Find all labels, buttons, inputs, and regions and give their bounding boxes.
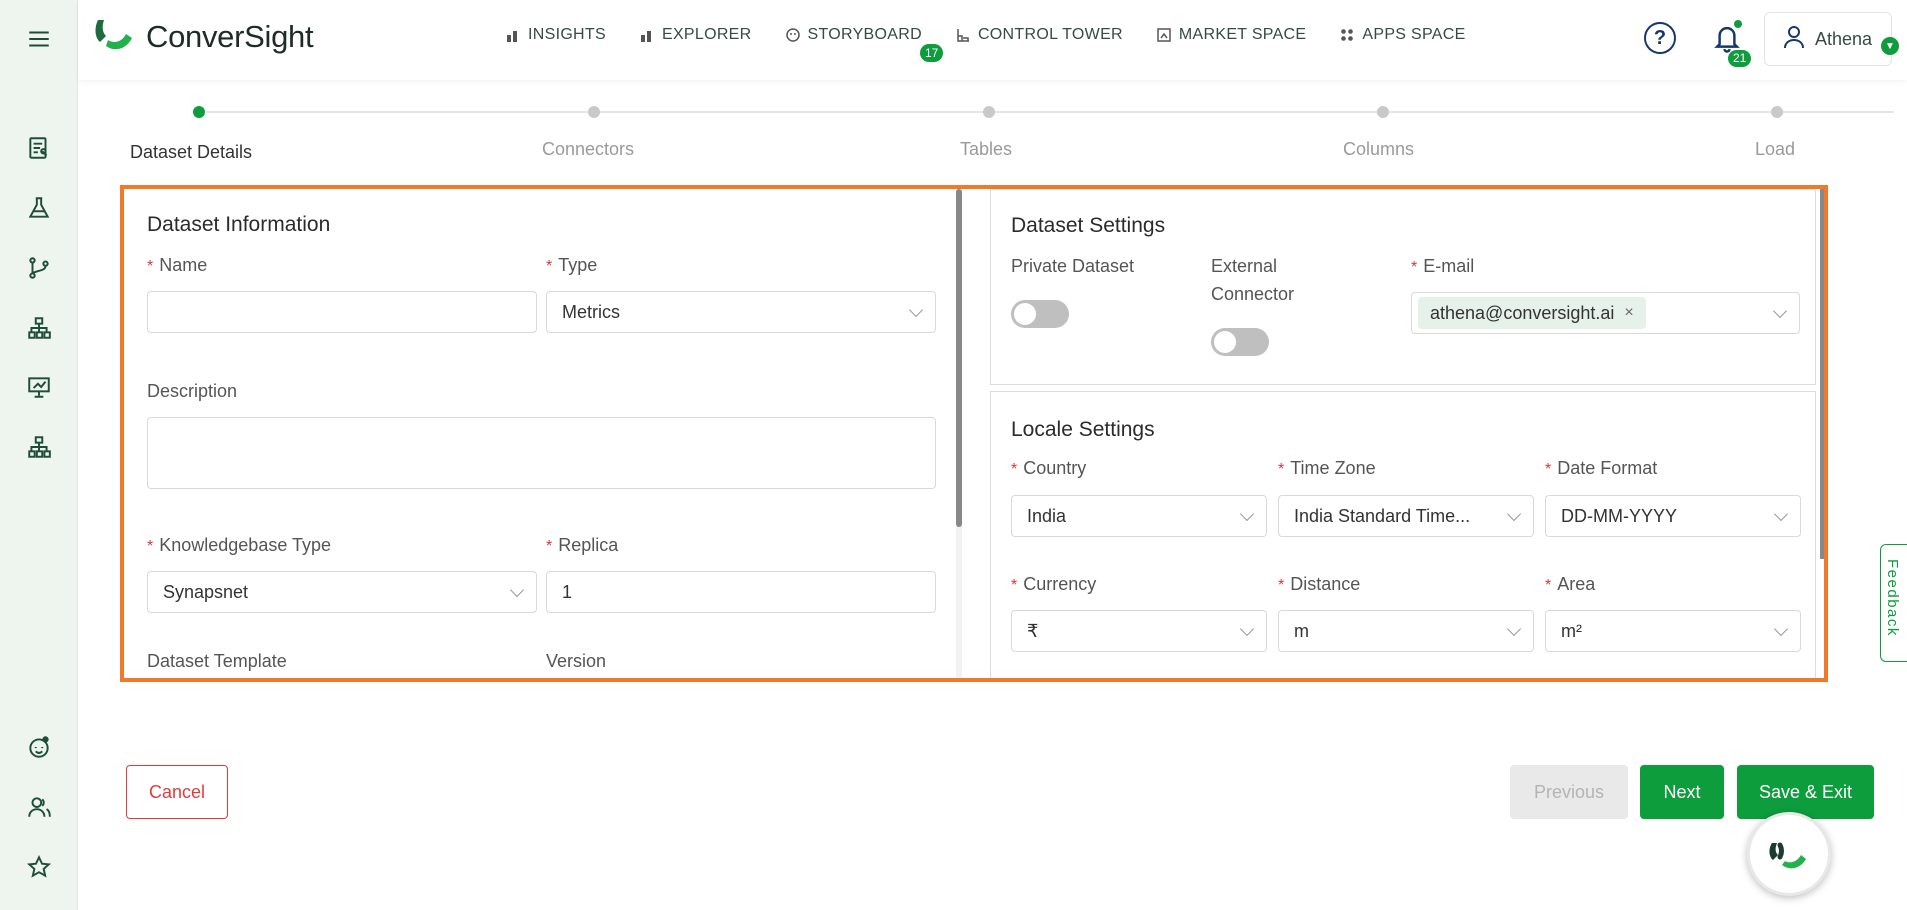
step-dot-dataset-details[interactable] <box>193 106 205 118</box>
next-button[interactable]: Next <box>1640 765 1724 819</box>
feedback-label: Feedback <box>1884 559 1901 637</box>
nav-apps-space[interactable]: APPS SPACE <box>1340 26 1465 44</box>
main-nav: INSIGHTS EXPLORER STORYBOARD CONTROL TOW… <box>506 26 1500 62</box>
presentation-icon[interactable] <box>24 372 54 402</box>
storyboard-badge: 17 <box>920 44 944 62</box>
hierarchy-icon[interactable] <box>24 432 54 462</box>
star-icon[interactable] <box>24 852 54 882</box>
nav-label: APPS SPACE <box>1362 26 1466 43</box>
menu-icon[interactable] <box>24 24 54 54</box>
save-exit-button[interactable]: Save & Exit <box>1737 765 1874 819</box>
step-label-dataset-details[interactable]: Dataset Details <box>130 142 252 163</box>
help-glyph: ? <box>1653 26 1667 49</box>
highlight-frame <box>120 185 1828 682</box>
flask-icon[interactable] <box>24 193 54 223</box>
user-icon <box>1783 25 1805 54</box>
nav-explorer[interactable]: EXPLORER <box>640 26 752 44</box>
chatbot-logo-icon <box>1769 842 1806 869</box>
step-dot-tables[interactable] <box>983 106 995 118</box>
report-icon[interactable] <box>24 133 54 163</box>
left-sidebar <box>0 0 78 910</box>
notification-count: 21 <box>1728 50 1752 67</box>
nav-insights[interactable]: INSIGHTS <box>506 26 606 44</box>
top-bar: ConverSight INSIGHTS EXPLORER STORYBOARD… <box>78 0 1907 80</box>
nav-market-space[interactable]: MARKET SPACE <box>1157 26 1306 44</box>
user-name: Athena <box>1815 28 1873 49</box>
nav-label: CONTROL TOWER <box>977 26 1123 43</box>
hierarchy-icon[interactable] <box>24 313 54 343</box>
step-label-load[interactable]: Load <box>1755 139 1795 160</box>
nav-label: STORYBOARD <box>807 26 922 43</box>
help-icon[interactable]: ? <box>1644 22 1676 54</box>
stepper-line <box>1385 111 1894 113</box>
chevron-down-icon[interactable]: ▼ <box>1881 37 1899 55</box>
step-dot-connectors[interactable] <box>588 106 600 118</box>
step-label-columns[interactable]: Columns <box>1343 139 1414 160</box>
conversight-logo-icon <box>92 16 138 58</box>
step-label-tables[interactable]: Tables <box>960 139 1012 160</box>
market-icon <box>1157 28 1171 42</box>
previous-button[interactable]: Previous <box>1510 765 1628 819</box>
apps-grid-icon <box>1340 28 1354 42</box>
bar-chart-icon <box>506 28 520 42</box>
notification-dot <box>1734 20 1742 28</box>
wizard-stepper: Dataset Details Connectors Tables Column… <box>130 103 1894 163</box>
brand-name: ConverSight <box>146 19 314 54</box>
step-dot-columns[interactable] <box>1377 106 1389 118</box>
notification-bell-icon[interactable]: 21 <box>1712 20 1752 67</box>
step-label-connectors[interactable]: Connectors <box>542 139 634 160</box>
user-menu[interactable]: Athena ▼ <box>1764 12 1899 66</box>
brand-logo[interactable]: ConverSight <box>92 16 314 58</box>
nav-label: MARKET SPACE <box>1178 26 1307 43</box>
palette-icon <box>785 28 800 42</box>
cancel-button[interactable]: Cancel <box>126 765 228 819</box>
nav-label: INSIGHTS <box>528 26 606 43</box>
feedback-tab[interactable]: Feedback <box>1880 544 1907 662</box>
chatbot-launcher[interactable] <box>1747 812 1831 896</box>
branch-icon[interactable] <box>24 253 54 283</box>
bot-icon[interactable] <box>24 732 54 762</box>
nav-storyboard[interactable]: STORYBOARD <box>785 26 922 44</box>
bar-chart-icon <box>640 28 654 42</box>
tower-icon <box>956 28 970 42</box>
step-dot-load[interactable] <box>1771 106 1783 118</box>
nav-label: EXPLORER <box>661 26 752 43</box>
nav-control-tower[interactable]: CONTROL TOWER <box>956 26 1123 44</box>
users-icon[interactable] <box>24 792 54 822</box>
